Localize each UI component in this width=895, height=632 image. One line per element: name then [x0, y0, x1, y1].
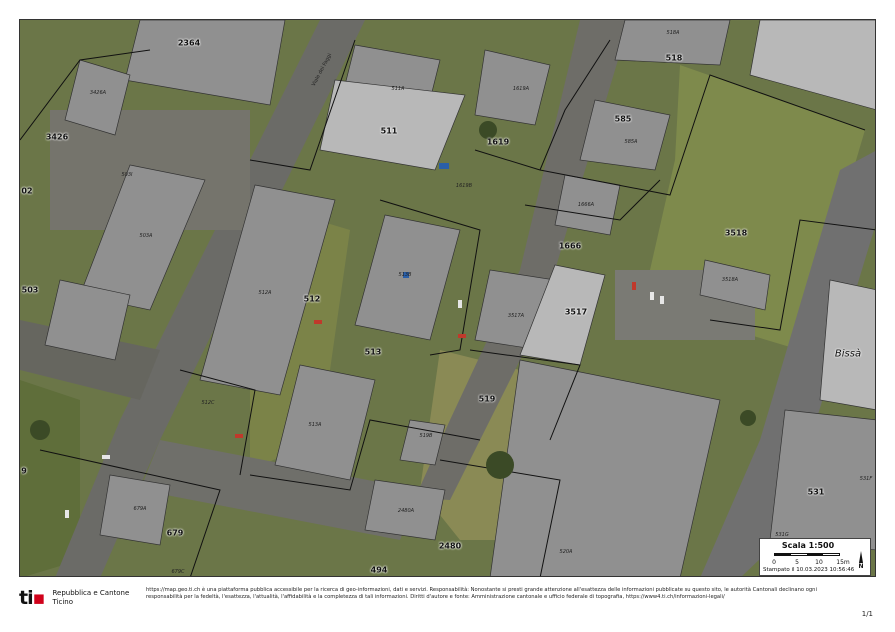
building-label: 679C — [171, 569, 185, 575]
building-label: 3517A — [507, 313, 525, 319]
building-label: 511A — [391, 86, 405, 92]
org-line-2: Ticino — [52, 598, 74, 606]
building-label: 512A — [258, 290, 272, 296]
building-label: 2480A — [397, 508, 415, 514]
parcel-label: 3517 — [564, 307, 588, 317]
building-label: 520A — [559, 549, 573, 555]
parcel-label: 519 — [478, 394, 496, 404]
ti-logo-icon: ti▪ — [19, 587, 45, 609]
org-line-1: Repubblica e Cantone — [52, 589, 130, 597]
scale-bar — [774, 553, 840, 556]
building-label: 512C — [201, 400, 215, 406]
parcel-label: 02 — [21, 186, 33, 196]
parcel-label: 512 — [303, 294, 321, 304]
building-label: 679A — [133, 506, 147, 512]
aerial-orthophoto — [20, 20, 875, 576]
parcel-label: 494 — [370, 565, 388, 575]
parcel-label: 585 — [614, 114, 632, 124]
map-view[interactable]: 2364 3426 02 503 511 1619 518 585 1666 3… — [19, 19, 876, 577]
legal-disclaimer: https://map.geo.ti.ch è una piattaforma … — [146, 587, 817, 600]
org-name: Repubblica e Cantone Ticino — [53, 589, 130, 607]
page-number: 1/1 — [861, 610, 873, 618]
building-label: 503I — [121, 172, 133, 178]
building-label: 518A — [666, 30, 680, 36]
parcel-label: 2364 — [177, 38, 201, 48]
building-label: 503A — [139, 233, 153, 239]
parcel-label: 679 — [166, 528, 184, 538]
parcel-label: 2480 — [438, 541, 462, 551]
place-label: Bissà — [834, 348, 862, 360]
print-timestamp: Stampato il 10.03.2023 10:56:46 — [763, 567, 855, 573]
canton-logo[interactable]: ti▪ Repubblica e Cantone Ticino — [19, 587, 129, 609]
building-label: 531F — [859, 476, 873, 482]
north-arrow-icon: N — [856, 551, 866, 573]
building-label: 3426A — [89, 90, 107, 96]
scale-tick: 5 — [795, 559, 799, 566]
parcel-label: 518 — [665, 53, 683, 63]
building-label: 3518A — [721, 277, 739, 283]
building-label: 585A — [624, 139, 638, 145]
building-label: 519B — [419, 433, 433, 439]
building-label: 1619A — [512, 86, 530, 92]
scale-tick: 10 — [815, 559, 823, 566]
parcel-label: 511 — [380, 126, 398, 136]
north-label: N — [858, 563, 864, 570]
building-label: 1666A — [577, 202, 595, 208]
parcel-label: 513 — [364, 347, 382, 357]
parcel-label: 1619 — [486, 137, 510, 147]
scale-legend: Scala 1:500 0 5 10 15m Stampato il 10.03… — [759, 538, 871, 576]
parcel-label: 3518 — [724, 228, 748, 238]
scale-tick: 0 — [772, 559, 776, 566]
building-label: 513A — [308, 422, 322, 428]
scale-title: Scala 1:500 — [781, 541, 835, 550]
building-label: 513B — [398, 272, 412, 278]
parcel-label: 1666 — [558, 241, 582, 251]
parcel-label: 531 — [807, 487, 825, 497]
scale-tick: 15m — [836, 559, 850, 566]
parcel-label: 9 — [21, 466, 27, 476]
building-label: 1619B — [455, 183, 473, 189]
parcel-label: 503 — [21, 285, 39, 295]
parcel-label: 3426 — [45, 132, 69, 142]
